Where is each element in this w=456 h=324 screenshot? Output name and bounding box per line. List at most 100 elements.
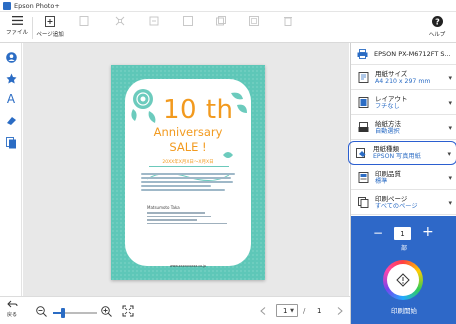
total-pages: 1	[317, 307, 322, 315]
date-underline	[149, 166, 229, 167]
printer-icon	[357, 48, 368, 59]
previous-page-icon[interactable]	[260, 307, 266, 315]
frame-button[interactable]	[246, 12, 262, 43]
help-label: ヘルプ	[428, 32, 446, 38]
add-page-label: ページ追加	[36, 32, 64, 38]
status-bar: 戻る 1 ▼ / 1	[0, 296, 350, 324]
stamp-icon	[6, 73, 16, 83]
chevron-down-icon: ▾	[447, 150, 451, 158]
setting-value: すべてのページ	[375, 202, 418, 210]
window-title: Epson Photo+	[14, 1, 60, 10]
paper-type-icon	[356, 147, 366, 158]
headline-sale: SALE !	[169, 140, 207, 154]
paper-preview[interactable]: 10 th Anniversary SALE ! 20XX年X月X日～X月X日 …	[111, 65, 265, 280]
file-menu-button[interactable]: ファイル	[6, 12, 28, 43]
copies-stepper: − 1 +	[351, 225, 456, 242]
setting-key: 用紙サイズ	[375, 69, 408, 78]
stamp-tool-button[interactable]	[3, 70, 19, 86]
person-tool-button[interactable]	[3, 49, 19, 65]
pages-tool-button[interactable]	[3, 135, 19, 151]
chevron-down-icon: ▾	[448, 199, 452, 207]
contact-block: Matsumoto Taka	[147, 205, 227, 226]
page-separator: /	[303, 307, 306, 315]
toolbar: ファイル ページ追加 ? ヘルプ	[0, 12, 456, 43]
eraser-icon	[6, 116, 16, 125]
back-label: 戻る	[6, 312, 17, 318]
crop-icon	[115, 16, 125, 26]
chevron-down-icon: ▾	[448, 99, 452, 107]
rotate-icon	[149, 16, 159, 26]
print-start-button[interactable]	[383, 260, 423, 300]
printer-name: EPSON PX-M6712FT S...	[374, 49, 451, 58]
chevron-down-icon: ▼	[290, 307, 294, 314]
help-icon: ?	[431, 16, 443, 27]
page-settings-button[interactable]	[76, 12, 92, 43]
setting-paper-size[interactable]: 用紙サイズ A4 210 x 297 mm ▾	[351, 66, 456, 90]
svg-text:?: ?	[435, 17, 440, 26]
setting-paper-type[interactable]: 用紙種類 EPSON 写真用紙 ▾	[348, 141, 456, 165]
eraser-tool-button[interactable]	[3, 112, 19, 128]
back-arrow-icon	[6, 300, 17, 308]
setting-key: 印刷品質	[375, 169, 401, 178]
page-icon	[79, 16, 89, 26]
text-a-icon: A	[6, 92, 16, 106]
hamburger-icon	[11, 16, 23, 25]
text-tool-icon	[183, 16, 193, 26]
flower-decoration-icon	[131, 89, 156, 123]
headline-anniversary: Anniversary	[153, 125, 223, 139]
contact-name: Matsumoto Taka	[147, 205, 180, 210]
chevron-down-icon: ▾	[448, 124, 452, 132]
setting-value: A4 210 x 297 mm	[375, 77, 431, 85]
fit-to-window-icon[interactable]	[122, 305, 134, 317]
setting-key: 印刷ページ	[375, 194, 408, 203]
crop-button[interactable]	[112, 12, 128, 43]
setting-paper-feed[interactable]: 給紙方法 自動選択 ▾	[351, 116, 456, 140]
current-page: 1	[283, 306, 288, 315]
help-button[interactable]: ? ヘルプ	[426, 12, 448, 43]
setting-key: 用紙種類	[373, 145, 399, 153]
zoom-in-icon[interactable]	[101, 306, 112, 317]
trash-icon	[284, 17, 292, 26]
text-button[interactable]	[180, 12, 196, 43]
add-page-icon	[45, 16, 55, 27]
print-button-center	[387, 264, 419, 296]
print-pages-icon	[358, 197, 369, 208]
left-tool-rail: A	[0, 43, 22, 296]
zoom-slider-thumb[interactable]	[61, 308, 65, 318]
printer-select[interactable]: EPSON PX-M6712FT S...	[351, 43, 456, 65]
body-text-placeholder	[141, 173, 235, 193]
delete-button[interactable]	[280, 12, 296, 43]
next-page-icon[interactable]	[337, 307, 343, 315]
headline-number: 10 th	[163, 95, 234, 125]
setting-value: 自動選択	[375, 127, 400, 135]
toolbar-divider	[32, 17, 33, 39]
layer-icon	[216, 16, 226, 26]
add-page-button[interactable]: ページ追加	[36, 12, 64, 43]
print-diamond-icon	[396, 273, 410, 287]
title-bar: Epson Photo+	[0, 0, 456, 12]
event-date: 20XX年X月X日～X月X日	[162, 160, 214, 165]
layer-button[interactable]	[213, 12, 229, 43]
print-action-area: − 1 + 部 印刷開始	[351, 216, 456, 324]
copies-unit-label: 部	[400, 245, 407, 252]
decrease-copies-button[interactable]: −	[373, 226, 383, 240]
copies-input[interactable]: 1	[394, 227, 411, 240]
setting-print-pages[interactable]: 印刷ページ すべてのページ ▾	[351, 191, 456, 215]
setting-key: 給紙方法	[375, 119, 401, 128]
text-tool-button[interactable]: A	[3, 91, 19, 107]
paper-size-icon	[358, 72, 369, 83]
setting-layout[interactable]: レイアウト フチなし ▾	[351, 91, 456, 115]
app-icon	[3, 1, 11, 10]
preview-canvas[interactable]: 10 th Anniversary SALE ! 20XX年X月X日～X月X日 …	[23, 43, 349, 296]
back-button[interactable]: 戻る	[4, 300, 20, 322]
paper-feed-icon	[358, 122, 369, 132]
frame-icon	[249, 16, 259, 26]
setting-print-quality[interactable]: 印刷品質 標準 ▾	[351, 166, 456, 190]
increase-copies-button[interactable]: +	[422, 225, 434, 239]
page-number-select[interactable]: 1 ▼	[276, 304, 298, 317]
file-menu-label: ファイル	[6, 30, 29, 36]
pages-icon	[5, 137, 16, 149]
zoom-out-icon[interactable]	[36, 306, 47, 317]
print-settings-panel: EPSON PX-M6712FT S... 用紙サイズ A4 210 x 297…	[348, 43, 456, 324]
rotate-button[interactable]	[146, 12, 162, 43]
